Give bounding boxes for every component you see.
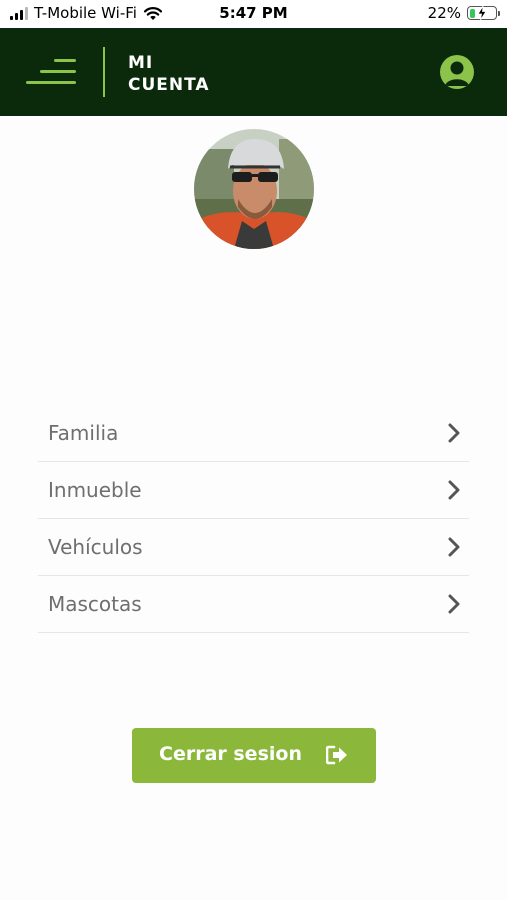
logout-label: Cerrar sesion xyxy=(159,743,302,765)
menu-item-label: Mascotas xyxy=(48,592,142,616)
menu-item-vehiculos[interactable]: Vehículos xyxy=(38,519,469,576)
profile-avatar[interactable] xyxy=(194,129,314,249)
menu-item-familia[interactable]: Familia xyxy=(38,405,469,462)
menu-item-label: Inmueble xyxy=(48,478,142,502)
logout-button[interactable]: Cerrar sesion xyxy=(132,728,376,783)
battery-level xyxy=(469,8,475,18)
chevron-right-icon xyxy=(448,594,460,614)
charging-bolt-icon xyxy=(477,6,487,20)
chevron-right-icon xyxy=(448,480,460,500)
battery-charging-icon xyxy=(467,6,500,20)
page-title: MI CUENTA xyxy=(128,52,210,96)
menu-item-label: Familia xyxy=(48,421,119,445)
menu-item-inmueble[interactable]: Inmueble xyxy=(38,462,469,519)
profile-photo xyxy=(194,129,314,249)
status-right: 22% xyxy=(427,4,500,22)
account-icon[interactable] xyxy=(440,55,474,89)
app-header: MI CUENTA xyxy=(0,28,507,116)
account-menu-list: Familia Inmueble Vehículos Mascotas xyxy=(38,405,469,633)
menu-item-label: Vehículos xyxy=(48,535,143,559)
chevron-right-icon xyxy=(448,423,460,443)
page-title-line1: MI xyxy=(128,53,154,73)
header-divider xyxy=(103,47,105,97)
chevron-right-icon xyxy=(448,537,460,557)
status-bar: T-Mobile Wi-Fi 5:47 PM 22% xyxy=(0,0,507,28)
battery-percent: 22% xyxy=(427,4,461,22)
menu-icon[interactable] xyxy=(26,55,76,89)
page-title-line2: CUENTA xyxy=(128,75,210,95)
menu-item-mascotas[interactable]: Mascotas xyxy=(38,576,469,633)
sign-out-icon xyxy=(326,745,347,765)
